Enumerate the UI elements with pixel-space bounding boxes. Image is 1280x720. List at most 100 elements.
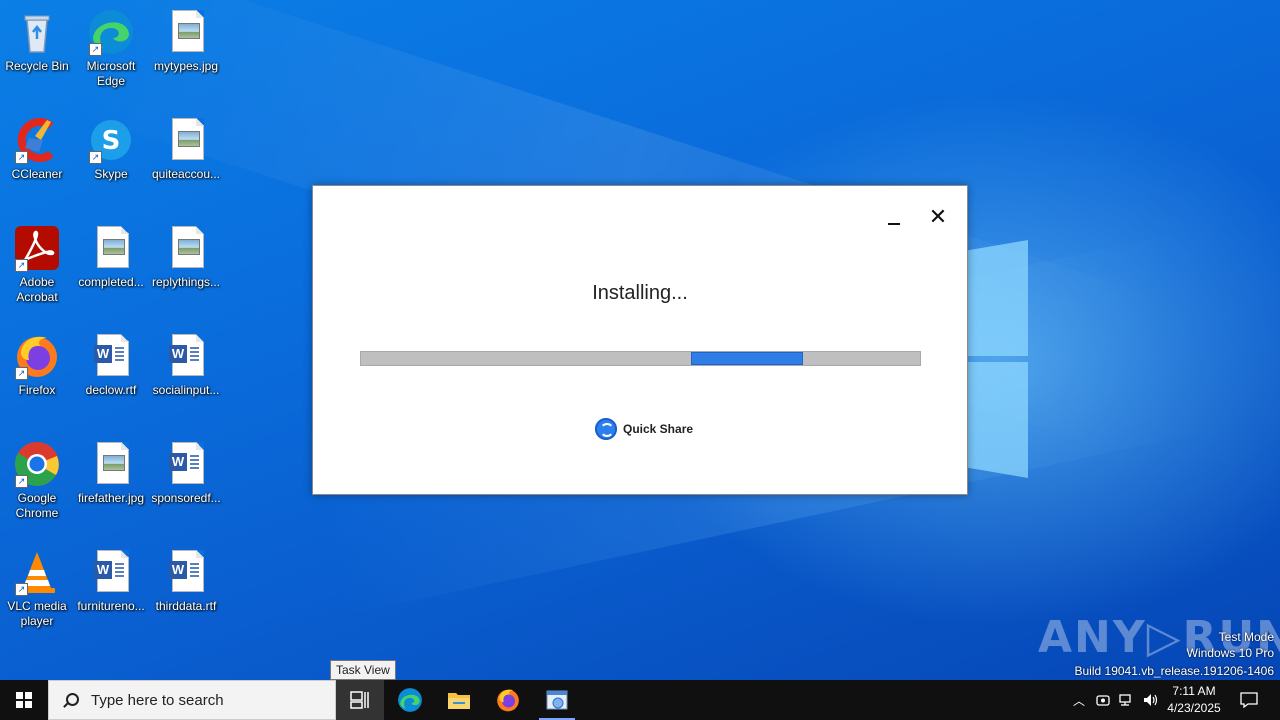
- dialog-title: Installing...: [592, 282, 688, 304]
- desktop-icon-replythings[interactable]: replythings...: [149, 224, 223, 290]
- desktop-icon-google-chrome[interactable]: ↗ Google Chrome: [0, 440, 74, 521]
- desktop-icon-declow[interactable]: W declow.rtf: [74, 332, 148, 398]
- desktop-icon-label: Adobe Acrobat: [16, 275, 58, 304]
- desktop-icon-label: Recycle Bin: [5, 59, 69, 73]
- taskbar-edge[interactable]: [386, 680, 434, 720]
- vlc-icon: ↗: [13, 548, 61, 596]
- image-file-icon: [87, 224, 135, 272]
- desktop-icon-label: replythings...: [151, 275, 221, 289]
- network-icon: [1119, 694, 1131, 706]
- desktop-icon-microsoft-edge[interactable]: ↗ Microsoft Edge: [74, 8, 148, 89]
- word-document-icon: W: [162, 548, 210, 596]
- minimize-button[interactable]: [879, 202, 909, 232]
- clock-date: 4/23/2025: [1167, 701, 1221, 715]
- show-hidden-icons-button[interactable]: ︿: [1068, 680, 1090, 720]
- brand-logo: Quick Share: [595, 417, 693, 441]
- skype-icon: S ↗: [87, 116, 135, 164]
- desktop-icon-label: firefather.jpg: [77, 491, 145, 505]
- desktop-icon-label: VLC media player: [7, 599, 67, 628]
- installer-dialog: ✕ Installing... Quick Share: [312, 185, 968, 495]
- desktop-icon-label: Microsoft Edge: [86, 59, 136, 88]
- desktop-icon-sponsoredf[interactable]: W sponsoredf...: [149, 440, 223, 506]
- desktop-icon-label: thirddata.rtf: [155, 599, 217, 613]
- image-file-icon: [162, 116, 210, 164]
- firefox-icon: [497, 689, 519, 712]
- desktop-icon-furnitureno[interactable]: W furnitureno...: [74, 548, 148, 614]
- desktop-icon-label: quiteaccou...: [151, 167, 221, 181]
- brand-name: Quick Share: [623, 422, 694, 436]
- image-file-icon: [162, 8, 210, 56]
- tray-volume[interactable]: [1140, 680, 1162, 720]
- watermark-os: Windows 10 Pro: [1186, 646, 1274, 660]
- desktop-icon-socialinput[interactable]: W socialinput...: [149, 332, 223, 398]
- desktop-icon-label: completed...: [78, 275, 144, 289]
- desktop-icon-quiteaccou[interactable]: quiteaccou...: [149, 116, 223, 182]
- desktop-icon-label: declow.rtf: [85, 383, 137, 397]
- desktop-icon-label: Skype: [94, 167, 128, 181]
- desktop-icon-firefox[interactable]: ↗ Firefox: [0, 332, 74, 398]
- desktop-icon-label: mytypes.jpg: [153, 59, 219, 73]
- word-document-icon: W: [162, 332, 210, 380]
- search-icon: [63, 693, 79, 707]
- quick-share-icon: [595, 418, 617, 440]
- ccleaner-icon: ↗: [13, 116, 61, 164]
- desktop-icon-firefather[interactable]: firefather.jpg: [74, 440, 148, 506]
- desktop-icon-ccleaner[interactable]: ↗ CCleaner: [0, 116, 74, 182]
- tray-network[interactable]: [1116, 680, 1138, 720]
- edge-icon: [398, 688, 422, 712]
- svg-text:S: S: [102, 126, 121, 156]
- taskbar-search-box[interactable]: [48, 680, 336, 720]
- image-file-icon: [162, 224, 210, 272]
- volume-icon: [1144, 694, 1158, 706]
- desktop-icon-recycle-bin[interactable]: Recycle Bin: [0, 8, 74, 74]
- desktop-icon-completed[interactable]: completed...: [74, 224, 148, 290]
- desktop-icon-label: sponsoredf...: [151, 491, 221, 505]
- windows-start-icon: [16, 692, 32, 708]
- desktop: Recycle Bin ↗ Microsoft Edge mytypes.jpg…: [0, 0, 1280, 680]
- desktop-icon-label: furnitureno...: [77, 599, 145, 613]
- desktop-icon-vlc[interactable]: ↗ VLC media player: [0, 548, 74, 629]
- desktop-icon-adobe-acrobat[interactable]: ↗ Adobe Acrobat: [0, 224, 74, 305]
- word-document-icon: W: [162, 440, 210, 488]
- acrobat-icon: ↗: [13, 224, 61, 272]
- taskbar: ︿ 7:11 AM 4/23/2025: [0, 680, 1280, 720]
- desktop-icon-label: Google Chrome: [15, 491, 59, 520]
- desktop-icon-skype[interactable]: S ↗ Skype: [74, 116, 148, 182]
- close-icon: ✕: [928, 204, 948, 229]
- desktop-icon-label: Firefox: [18, 383, 56, 397]
- search-input[interactable]: [89, 690, 323, 710]
- chrome-icon: ↗: [13, 440, 61, 488]
- word-document-icon: W: [87, 332, 135, 380]
- installer-icon: [546, 690, 568, 710]
- action-center-button[interactable]: [1234, 680, 1264, 720]
- edge-icon: ↗: [87, 8, 135, 56]
- notification-icon: [1240, 692, 1258, 708]
- watermark-test-mode: Test Mode: [1218, 630, 1274, 644]
- desktop-icon-thirddata[interactable]: W thirddata.rtf: [149, 548, 223, 614]
- task-view-icon: [350, 691, 369, 709]
- wallpaper-windows-logo: [960, 240, 1030, 480]
- desktop-icon-mytypes[interactable]: mytypes.jpg: [149, 8, 223, 74]
- clock-time: 7:11 AM: [1172, 684, 1216, 698]
- image-file-icon: [87, 440, 135, 488]
- desktop-icon-label: CCleaner: [11, 167, 63, 181]
- watermark-build: Build 19041.vb_release.191206-1406: [1074, 664, 1275, 678]
- task-view-button[interactable]: [336, 680, 384, 720]
- recycle-bin-icon: [13, 8, 61, 56]
- taskbar-installer[interactable]: [533, 680, 581, 720]
- folder-icon: [448, 693, 470, 709]
- desktop-icon-label: socialinput...: [152, 383, 220, 397]
- taskbar-file-explorer[interactable]: [435, 680, 483, 720]
- chevron-up-icon: ︿: [1072, 693, 1085, 708]
- taskbar-firefox[interactable]: [484, 680, 532, 720]
- taskbar-clock[interactable]: 7:11 AM 4/23/2025: [1162, 683, 1226, 717]
- progress-bar-fill: [691, 352, 803, 365]
- firefox-icon: ↗: [13, 332, 61, 380]
- tray-meet-now[interactable]: [1092, 680, 1114, 720]
- close-button[interactable]: ✕: [923, 202, 953, 232]
- progress-bar: [360, 351, 921, 366]
- start-button[interactable]: [0, 680, 48, 720]
- tray-app-icon: [1096, 695, 1110, 706]
- word-document-icon: W: [87, 548, 135, 596]
- minimize-icon: [888, 223, 900, 225]
